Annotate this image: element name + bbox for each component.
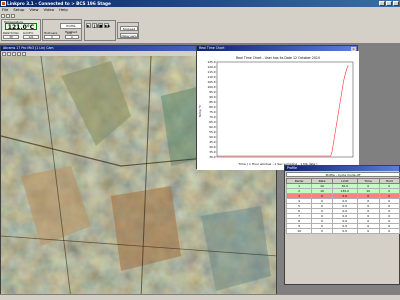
table-cell[interactable]: 0	[378, 228, 400, 234]
stop-button[interactable]: ■	[98, 23, 103, 28]
chart-y-tick-label: 80.0	[209, 105, 215, 109]
table-cell[interactable]: 0.0	[331, 228, 358, 234]
window-title: Linkpro 3.1 - Connected to > BCS 196 Sta…	[7, 1, 111, 6]
delay-label: Delay secs	[120, 33, 138, 38]
profile-window: Profile Profile - Cycle mode off Ramp Ra…	[284, 165, 400, 285]
table-cell[interactable]: 0	[356, 228, 380, 234]
chart-y-tick-label: 55.0	[209, 130, 215, 134]
chart-y-tick-label: 50.0	[209, 135, 215, 139]
save-icon[interactable]	[6, 13, 10, 18]
chart-y-tick-label: 65.0	[209, 120, 215, 124]
chart-y-tick-label: 85.0	[209, 100, 215, 104]
chart-close-button[interactable]: ×	[351, 46, 356, 51]
chart-y-tick-label: 115.0	[207, 70, 215, 74]
capture-icon[interactable]	[2, 51, 6, 56]
chart-y-tick-label: 75.0	[209, 110, 215, 114]
chart-y-tick-label: 60.0	[209, 125, 215, 129]
chart-y-tick-label: 40.0	[209, 145, 215, 149]
chart-y-tick-label: 90.0	[209, 95, 215, 99]
chart-background	[197, 51, 359, 170]
chart-y-tick-label: 120.0	[207, 65, 215, 69]
chart-y-tick-label: 70.0	[209, 115, 215, 119]
table-row[interactable]: 10 0 0.0 0 0	[285, 228, 400, 234]
fast-forward-button[interactable]: ▶▶	[104, 23, 110, 28]
chart-plot: Real Time Chart - User has its Date 12 O…	[197, 51, 359, 170]
rate-field[interactable]: 30	[3, 35, 19, 39]
title-bar: Linkpro 3.1 - Connected to > BCS 196 Sta…	[0, 0, 400, 7]
open-icon[interactable]	[1, 13, 5, 18]
maximize-button[interactable]	[386, 1, 392, 6]
chart-y-tick-label: 30.0	[209, 155, 215, 159]
record-icon[interactable]	[7, 51, 11, 56]
chart-y-tick-label: 110.0	[207, 75, 215, 79]
application-window: Linkpro 3.1 - Connected to > BCS 196 Sta…	[0, 0, 400, 300]
run-status-box: Stopped Delay secs	[117, 22, 139, 39]
play-button[interactable]: ▶	[86, 23, 91, 28]
real-time-chart-window: Real Time Chart × Real Time Chart - User…	[196, 45, 359, 170]
close-button[interactable]	[393, 1, 399, 6]
profile-status: Profile finished	[60, 23, 82, 34]
profile-table-body: 1 10 30.0 0 0 2 10 130.0 10 0 3 0 0.0 0 0 4 0 0.0 0 0 5 0 0.0 0…	[285, 183, 400, 234]
minimize-button[interactable]	[379, 1, 385, 6]
zoom-icon[interactable]	[12, 51, 16, 56]
run-status: Stopped	[120, 26, 138, 31]
status-bar	[0, 294, 400, 300]
profile-window-title: Profile	[285, 166, 399, 171]
hold-field[interactable]: 0	[44, 35, 60, 39]
transport-controls: ▶ ❙❙ ■ ▶▶	[84, 20, 116, 41]
temperature-box: Temperature 121.0°C Rate°C/min Limit°C 3…	[1, 19, 41, 41]
app-icon	[1, 1, 6, 6]
settings-icon[interactable]	[11, 13, 15, 18]
lnp-field[interactable]: A	[65, 35, 79, 39]
chart-title: Real Time Chart - User has its Date 12 O…	[236, 56, 320, 60]
chart-y-tick-label: 100.0	[207, 85, 215, 89]
chart-y-label: Temp °C	[198, 105, 202, 119]
chart-y-tick-label: 125.0	[207, 60, 215, 64]
measure-icon[interactable]	[17, 51, 21, 56]
table-cell[interactable]: 0	[311, 228, 333, 234]
profile-table: Ramp Rate Limit Time Hold 1 10 30.0 0 0 2 10 13…	[285, 178, 400, 234]
pause-button[interactable]: ❙❙	[92, 23, 99, 28]
chart-y-tick-label: 35.0	[209, 150, 215, 154]
profile-header: Profile - Cycle mode off	[286, 172, 400, 177]
temperature-readout: 121.0°C	[5, 23, 37, 31]
table-cell[interactable]: 10	[285, 228, 313, 234]
window-controls	[379, 1, 399, 6]
overlay-icon[interactable]	[22, 51, 26, 56]
chart-y-tick-label: 95.0	[209, 90, 215, 94]
control-panel: Temperature 121.0°C Rate°C/min Limit°C 3…	[0, 18, 400, 44]
limit-field[interactable]: 121	[23, 35, 39, 39]
chart-y-tick-label: 45.0	[209, 140, 215, 144]
chart-y-tick-label: 105.0	[207, 80, 215, 84]
